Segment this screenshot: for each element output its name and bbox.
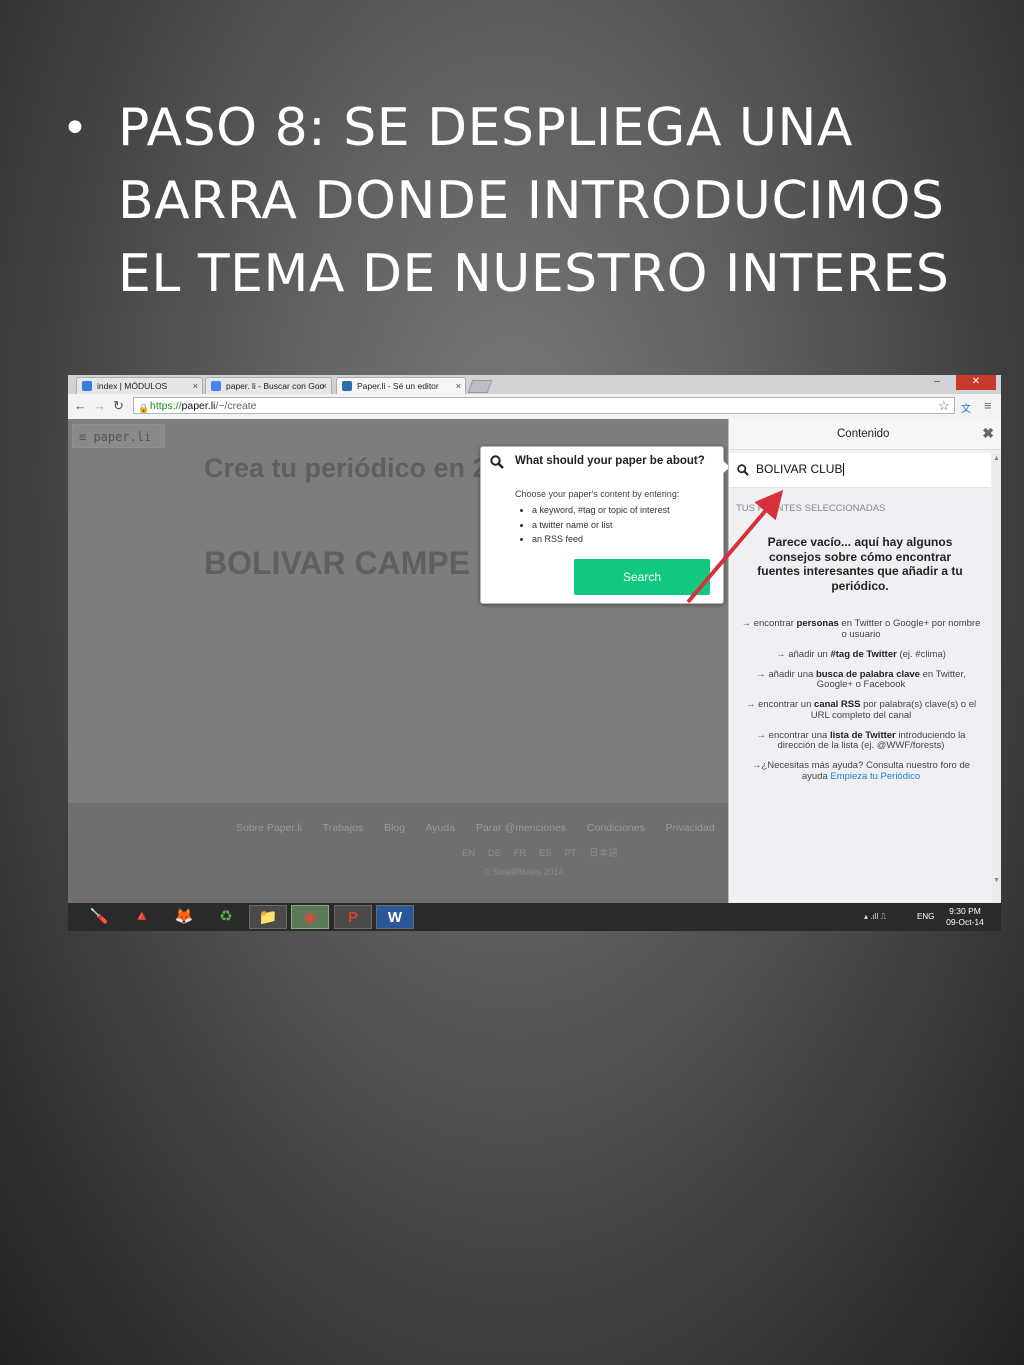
- lang-link[interactable]: ES: [539, 848, 552, 859]
- browser-screenshot: index | MÓDULOS × paper. li - Buscar con…: [68, 375, 1001, 931]
- lang-link[interactable]: EN: [462, 848, 475, 859]
- footer-link[interactable]: Sobre Paper.li: [236, 822, 302, 834]
- search-icon: [490, 455, 504, 469]
- tab-index-modulos[interactable]: index | MÓDULOS ×: [76, 377, 203, 394]
- url-path: /~/create: [215, 400, 257, 412]
- paperli-logo-button[interactable]: ≡ paper.li: [72, 424, 165, 448]
- popup-options: a keyword, #tag or topic of interest a t…: [506, 503, 670, 547]
- popup-subtitle: Choose your paper's content by entering:: [515, 489, 680, 499]
- search-button[interactable]: Search: [574, 559, 710, 595]
- footer-link[interactable]: Parar @menciones: [476, 822, 566, 834]
- bookmark-star-icon[interactable]: ☆: [938, 398, 950, 414]
- clock-date: 09-Oct-14: [946, 917, 984, 927]
- taskbar-app-explorer-icon[interactable]: 📁: [249, 905, 287, 929]
- forward-icon[interactable]: →: [93, 398, 106, 413]
- scroll-up-icon[interactable]: ▲: [993, 455, 1000, 462]
- taskbar-app-recycle-icon[interactable]: ♻: [207, 905, 245, 929]
- title-line-3: EL TEMA DE NUESTRO INTERES: [118, 244, 950, 304]
- close-icon[interactable]: ✖: [982, 425, 994, 442]
- tip-item: → añadir un #tag de Twitter (ej. #clima): [776, 648, 946, 660]
- source-search-input[interactable]: BOLIVAR CLUB: [729, 453, 991, 488]
- menu-icon[interactable]: ≡: [984, 398, 992, 413]
- windows-taskbar: 🪛 🔺 🦊 ♻ 📁 ◉ P W ▴ .ıll ⎍ ENG 9:30 PM 09-…: [68, 903, 1001, 931]
- slide-title: • PASO 8: SE DESPLIEGA UNA BARRA DONDE I…: [62, 92, 962, 311]
- clock-time: 9:30 PM: [949, 906, 981, 916]
- system-tray-icons[interactable]: ▴ .ıll ⎍: [864, 912, 886, 922]
- title-line-1: PASO 8: SE DESPLIEGA UNA: [118, 98, 853, 158]
- popup-option: a keyword, #tag or topic of interest: [532, 503, 670, 518]
- selected-sources-label: TUS FUENTES SELECCIONADAS: [736, 503, 886, 514]
- popup-option: a twitter name or list: [532, 518, 670, 533]
- content-panel: Contenido ✖ BOLIVAR CLUB ▲ ▼ TUS FUENTES…: [728, 419, 1001, 903]
- address-bar[interactable]: 🔒 https://paper.li/~/create: [133, 397, 955, 414]
- lang-link[interactable]: DE: [488, 848, 501, 859]
- google-favicon-icon: [211, 381, 221, 391]
- lang-link[interactable]: PT: [564, 848, 576, 859]
- taskbar-clock[interactable]: 9:30 PM 09-Oct-14: [940, 906, 990, 928]
- tip-item: → añadir una busca de palabra clave en T…: [756, 668, 966, 690]
- popup-option: an RSS feed: [532, 532, 670, 547]
- close-tab-icon[interactable]: ×: [456, 378, 461, 394]
- taskbar-app-vlc-icon[interactable]: 🔺: [123, 905, 161, 929]
- help-link[interactable]: Empieza tu Periódico: [830, 771, 920, 782]
- close-tab-icon[interactable]: ×: [322, 378, 327, 394]
- panel-header: Contenido ✖: [729, 419, 1001, 450]
- footer-link[interactable]: Ayuda: [425, 822, 455, 834]
- translate-icon[interactable]: 文: [961, 400, 971, 415]
- tab-paperli-editor[interactable]: Paper.li - Sé un editor ×: [336, 377, 466, 394]
- panel-scrollbar[interactable]: ▲ ▼: [992, 453, 1001, 903]
- tab-label: index | MÓDULOS: [97, 381, 168, 391]
- taskbar-app-firefox-icon[interactable]: 🦊: [165, 905, 203, 929]
- taskbar-app-chrome-icon[interactable]: ◉: [291, 905, 329, 929]
- help-item: →¿Necesitas más ayuda? Consulta nuestro …: [751, 760, 971, 782]
- footer-link[interactable]: Blog: [384, 822, 405, 834]
- panel-title: Contenido: [837, 428, 890, 440]
- title-bullet: •: [62, 103, 89, 154]
- title-line-2: BARRA DONDE INTRODUCIMOS: [118, 171, 945, 231]
- taskbar-app-tools-icon[interactable]: 🪛: [80, 905, 118, 929]
- topic-popup: What should your paper be about? Choose …: [480, 446, 730, 604]
- tip-item: → encontrar una lista de Twitter introdu…: [756, 729, 966, 751]
- scroll-down-icon[interactable]: ▼: [993, 877, 1000, 884]
- page-headline: Crea tu periódico en 2: [204, 453, 488, 483]
- tip-item: → encontrar personas en Twitter o Google…: [741, 618, 981, 640]
- new-tab-button[interactable]: [467, 380, 493, 393]
- footer-link[interactable]: Trabajos: [323, 822, 363, 834]
- browser-toolbar: ← → ↻ 🔒 https://paper.li/~/create ☆ 文 ≡: [68, 394, 1001, 420]
- footer-link[interactable]: Condiciones: [587, 822, 645, 834]
- tab-google-search[interactable]: paper. li - Buscar con Goo ×: [205, 377, 332, 394]
- page-footer: [68, 803, 728, 903]
- language-indicator[interactable]: ENG: [917, 912, 934, 921]
- footer-link[interactable]: Privacidad: [666, 822, 715, 834]
- tab-label: paper. li - Buscar con Goo: [226, 381, 325, 391]
- lock-icon: 🔒: [138, 403, 150, 413]
- tab-strip: index | MÓDULOS × paper. li - Buscar con…: [68, 375, 1001, 394]
- search-value: BOLIVAR CLUB: [756, 462, 845, 477]
- tips-list: → encontrar personas en Twitter o Google…: [741, 618, 981, 792]
- tip-item: → encontrar un canal RSS por palabra(s) …: [745, 699, 977, 721]
- popup-title: What should your paper be about?: [515, 455, 705, 467]
- lang-link[interactable]: FR: [514, 848, 527, 859]
- footer-links: Sobre Paper.li Trabajos Blog Ayuda Parar…: [236, 821, 767, 834]
- lang-link[interactable]: 日本語: [589, 848, 618, 859]
- footer-languages: EN DE FR ES PT 日本語: [462, 845, 628, 859]
- url-host: paper.li: [181, 400, 216, 412]
- empty-state-title: Parece vacío... aquí hay algunos consejo…: [757, 535, 963, 593]
- site-favicon-icon: [82, 381, 92, 391]
- paperli-favicon-icon: [342, 381, 352, 391]
- window-close-button[interactable]: ✕: [956, 375, 996, 390]
- back-icon[interactable]: ←: [74, 398, 87, 413]
- tab-label: Paper.li - Sé un editor: [357, 381, 439, 391]
- search-icon: [737, 464, 749, 476]
- url-scheme: https://: [150, 400, 182, 412]
- reload-icon[interactable]: ↻: [113, 398, 124, 414]
- close-tab-icon[interactable]: ×: [193, 378, 198, 394]
- paper-name: BOLIVAR CAMPE: [204, 545, 471, 581]
- taskbar-app-word-icon[interactable]: W: [376, 905, 414, 929]
- footer-copyright: © SmallRivers 2014: [484, 867, 564, 877]
- taskbar-app-powerpoint-icon[interactable]: P: [334, 905, 372, 929]
- minimize-button[interactable]: –: [930, 375, 944, 390]
